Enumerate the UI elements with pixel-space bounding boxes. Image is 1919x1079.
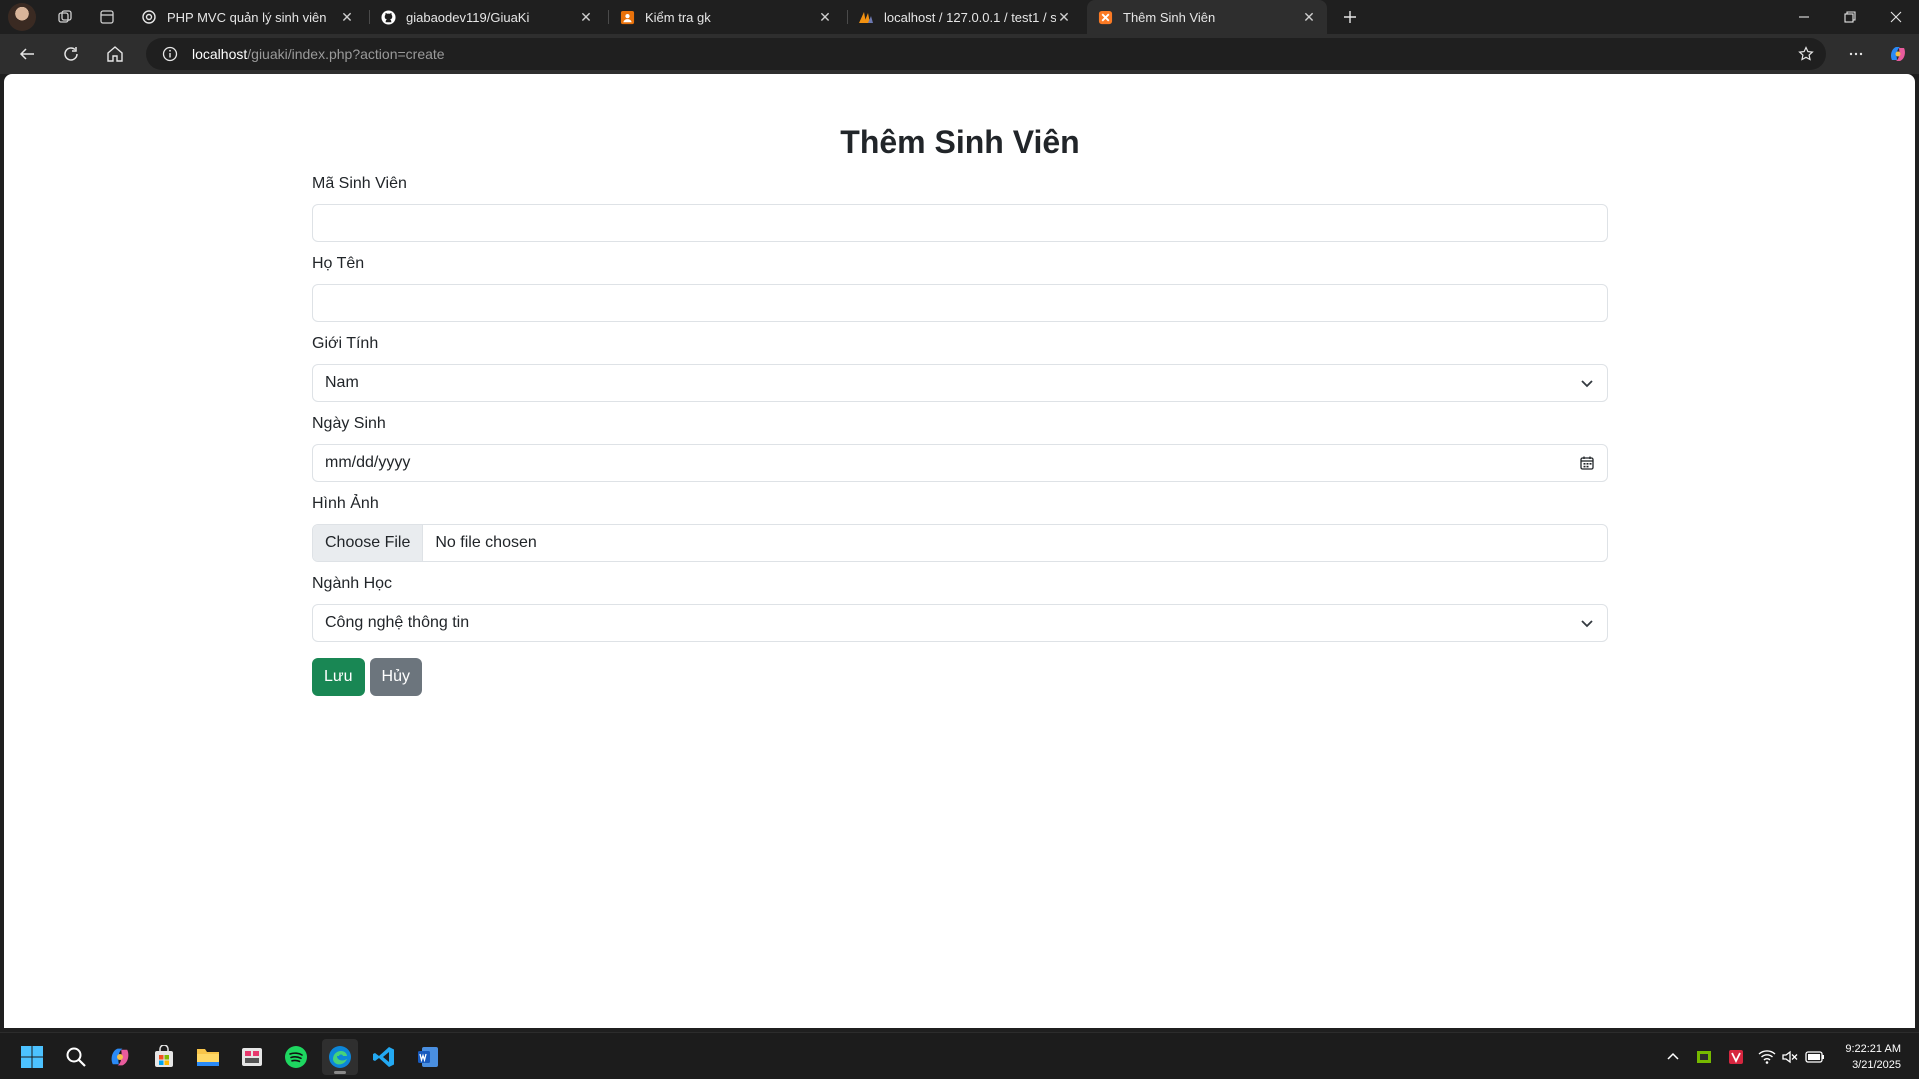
tab-php-mvc[interactable]: PHP MVC quản lý sinh viên ✕ — [131, 0, 365, 34]
gender-select[interactable]: Nam — [312, 364, 1608, 402]
url-text: localhost/giuaki/index.php?action=create — [192, 46, 445, 62]
copilot-icon[interactable] — [102, 1039, 138, 1075]
show-hidden-icons-chevron-icon[interactable] — [1663, 1047, 1683, 1067]
gpu-tray-icon[interactable] — [1694, 1047, 1714, 1067]
calendar-icon[interactable] — [1579, 455, 1595, 471]
page-title: Thêm Sinh Viên — [840, 124, 1080, 160]
save-button[interactable]: Lưu — [312, 658, 365, 696]
form-actions: Lưu Hủy — [312, 658, 1608, 696]
tab-title: Thêm Sinh Viên — [1123, 9, 1216, 25]
favorite-star-icon[interactable] — [1796, 44, 1816, 64]
browser-tab-strip: PHP MVC quản lý sinh viên ✕ giabaodev119… — [0, 0, 1919, 34]
birth-date-input[interactable]: mm/dd/yyyy — [312, 444, 1608, 482]
chevron-down-icon — [1579, 615, 1595, 631]
antivirus-tray-icon[interactable] — [1726, 1047, 1746, 1067]
tab-title: localhost / 127.0.0.1 / test1 / sinh — [884, 9, 1056, 25]
snipping-icon[interactable] — [234, 1039, 270, 1075]
image-group: Hình Ảnh Choose File No file chosen — [312, 492, 1608, 562]
full-name-label: Họ Tên — [312, 255, 365, 272]
address-bar[interactable]: localhost/giuaki/index.php?action=create — [146, 38, 1826, 70]
more-menu-icon[interactable] — [1840, 38, 1872, 70]
edge-icon[interactable] — [322, 1039, 358, 1075]
image-label: Hình Ảnh — [312, 495, 379, 512]
volume-muted-icon[interactable] — [1780, 1047, 1800, 1067]
full-name-input[interactable] — [312, 284, 1608, 322]
xampp-icon — [1097, 9, 1113, 25]
close-tab-icon[interactable]: ✕ — [817, 9, 833, 25]
word-icon[interactable] — [410, 1039, 446, 1075]
full-name-group: Họ Tên — [312, 252, 1608, 322]
birth-date-label: Ngày Sinh — [312, 415, 386, 432]
store-icon[interactable] — [146, 1039, 182, 1075]
gender-selected-value: Nam — [325, 374, 359, 391]
tab-phpmyadmin[interactable]: localhost / 127.0.0.1 / test1 / sinh ✕ — [848, 0, 1082, 34]
new-tab-button[interactable] — [1335, 2, 1365, 32]
spotify-icon[interactable] — [278, 1039, 314, 1075]
url-path: /giuaki/index.php?action=create — [247, 46, 445, 62]
choose-file-button[interactable]: Choose File — [313, 525, 424, 561]
openai-icon — [141, 9, 157, 25]
tab-them-sinh-vien[interactable]: Thêm Sinh Viên ✕ — [1087, 0, 1327, 34]
form-container: Thêm Sinh Viên Mã Sinh Viên Họ Tên Giới … — [312, 74, 1608, 696]
close-tab-icon[interactable]: ✕ — [339, 9, 355, 25]
taskbar: 9:22:21 AM 3/21/2025 — [0, 1032, 1919, 1079]
close-tab-icon[interactable]: ✕ — [578, 9, 594, 25]
gender-label: Giới Tính — [312, 335, 379, 352]
major-label: Ngành Học — [312, 575, 393, 592]
profile-avatar[interactable] — [8, 3, 36, 31]
file-explorer-icon[interactable] — [190, 1039, 226, 1075]
wifi-icon[interactable] — [1757, 1047, 1777, 1067]
home-button[interactable] — [99, 38, 131, 70]
tab-classroom[interactable]: Kiểm tra gk ✕ — [609, 0, 843, 34]
url-host: localhost — [192, 46, 248, 62]
major-select[interactable]: Công nghệ thông tin — [312, 604, 1608, 642]
browser-toolbar: localhost/giuaki/index.php?action=create — [0, 34, 1919, 74]
major-group: Ngành Học Công nghệ thông tin — [312, 572, 1608, 642]
active-app-indicator — [334, 1071, 346, 1074]
taskbar-clock[interactable]: 9:22:21 AM 3/21/2025 — [1845, 1041, 1901, 1073]
student-id-label: Mã Sinh Viên — [312, 175, 407, 192]
restore-button[interactable] — [1827, 0, 1873, 34]
student-id-input[interactable] — [312, 204, 1608, 242]
tab-github[interactable]: giabaodev119/GiuaKi ✕ — [370, 0, 604, 34]
tab-title: PHP MVC quản lý sinh viên — [167, 9, 327, 25]
birth-date-placeholder: mm/dd/yyyy — [325, 454, 411, 471]
refresh-button[interactable] — [55, 38, 87, 70]
battery-icon[interactable] — [1805, 1047, 1825, 1067]
cancel-button[interactable]: Hủy — [369, 658, 422, 696]
vscode-icon[interactable] — [366, 1039, 402, 1075]
clock-date: 3/21/2025 — [1852, 1059, 1901, 1071]
workspaces-icon[interactable] — [50, 2, 80, 32]
windows-start-icon[interactable] — [14, 1039, 50, 1075]
student-id-group: Mã Sinh Viên — [312, 172, 1608, 242]
github-icon — [380, 9, 396, 25]
vertical-tabs-icon[interactable] — [92, 2, 122, 32]
tab-title: giabaodev119/GiuaKi — [406, 9, 530, 25]
phpmyadmin-icon — [858, 9, 874, 25]
close-tab-icon[interactable]: ✕ — [1301, 9, 1317, 25]
chevron-down-icon — [1579, 375, 1595, 391]
close-tab-icon[interactable]: ✕ — [1056, 9, 1072, 25]
birth-date-group: Ngày Sinh mm/dd/yyyy — [312, 412, 1608, 482]
file-status-text: No file chosen — [435, 534, 537, 551]
tab-title: Kiểm tra gk — [645, 9, 711, 25]
search-icon[interactable] — [58, 1039, 94, 1075]
major-selected-value: Công nghệ thông tin — [325, 614, 470, 631]
page-viewport: Thêm Sinh Viên Mã Sinh Viên Họ Tên Giới … — [4, 74, 1915, 1028]
classroom-icon — [619, 9, 635, 25]
back-button[interactable] — [11, 38, 43, 70]
image-file-input[interactable]: Choose File No file chosen — [312, 524, 1608, 562]
clock-time: 9:22:21 AM — [1845, 1043, 1901, 1055]
site-info-icon[interactable] — [160, 44, 180, 64]
gender-group: Giới Tính Nam — [312, 332, 1608, 402]
copilot-icon[interactable] — [1882, 38, 1914, 70]
close-window-button[interactable] — [1873, 0, 1919, 34]
minimize-button[interactable] — [1781, 0, 1827, 34]
